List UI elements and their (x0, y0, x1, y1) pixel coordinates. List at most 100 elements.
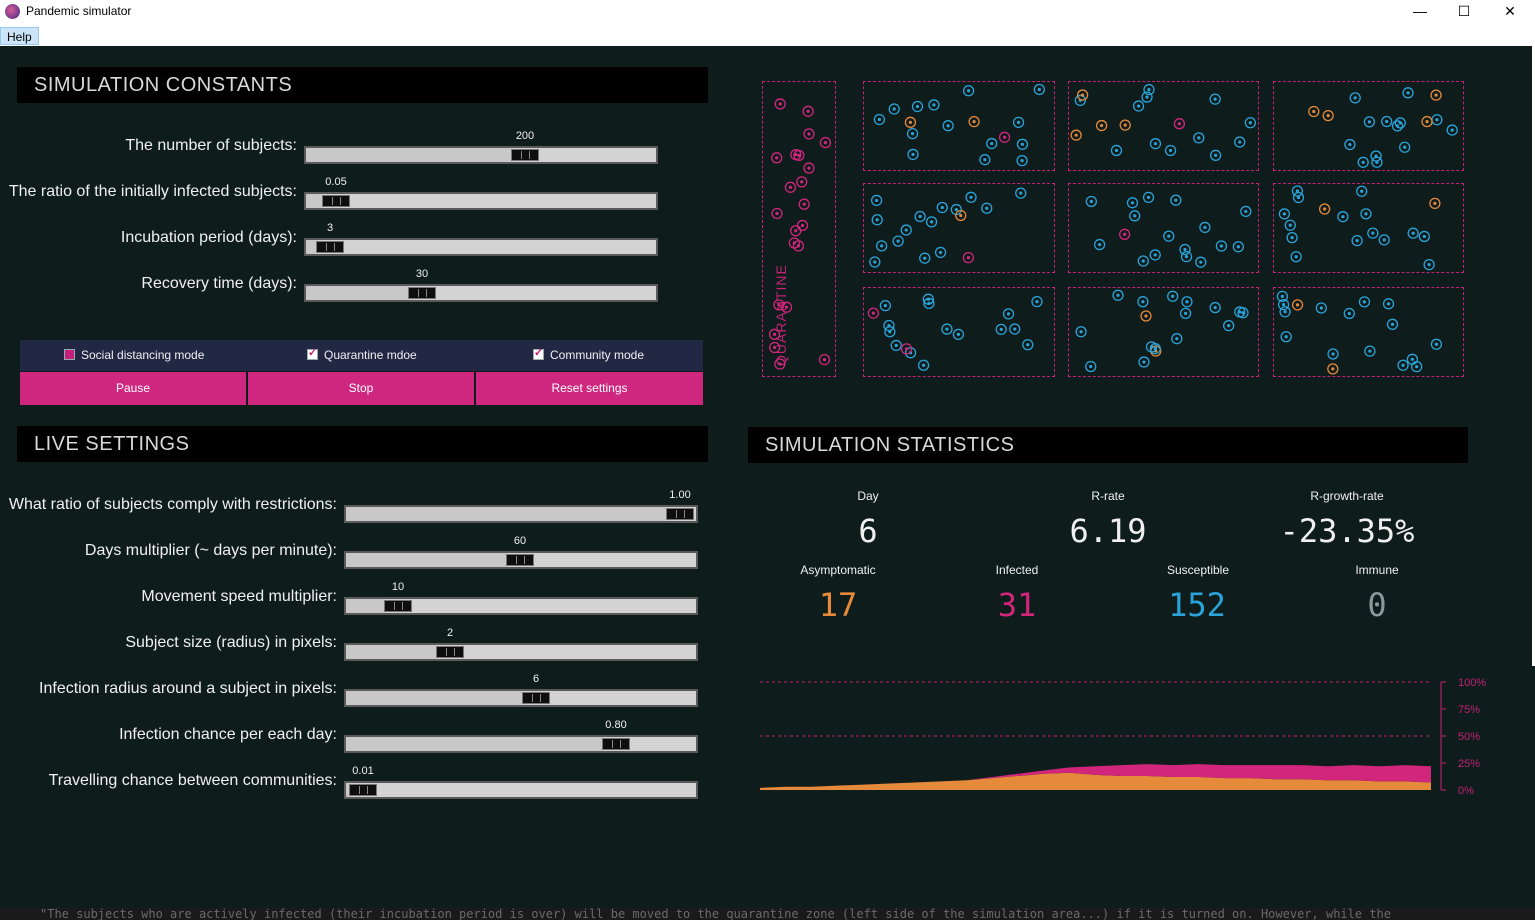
slider-value: 0.05 (325, 176, 347, 188)
slider-value: 1.00 (669, 489, 691, 501)
setting-slider[interactable] (344, 735, 698, 753)
slider-handle[interactable] (322, 195, 350, 207)
chart-y-tick-label: 100% (1458, 677, 1486, 689)
community-box (1068, 287, 1259, 377)
slider-handle[interactable] (511, 149, 539, 161)
pause-button[interactable]: Pause (20, 372, 246, 405)
chart-y-tick-label: 0% (1458, 785, 1474, 797)
slider-label: Movement speed multiplier: (141, 588, 337, 605)
slider-handle[interactable] (522, 692, 550, 704)
window-title: Pandemic simulator (26, 4, 132, 18)
menu-bar: Help (0, 24, 1535, 46)
infected-value: 31 (997, 586, 1037, 624)
slider-track-fill (346, 599, 384, 613)
quarantine-checkbox[interactable] (307, 346, 318, 360)
title-bar: Pandemic simulator — ☐ ✕ (0, 0, 1535, 24)
social-distancing-label: Social distancing mode (81, 348, 205, 362)
chart-series-area (760, 764, 1431, 788)
slider-value: 2 (446, 627, 454, 639)
slider-track-fill (346, 553, 506, 567)
slider-label: Travelling chance between communities: (48, 772, 337, 789)
stop-button[interactable]: Stop (248, 372, 474, 405)
app-icon (5, 4, 20, 19)
r-rate-label: R-rate (1091, 489, 1125, 503)
community-box (863, 287, 1055, 377)
r-growth-rate-value: -23.35% (1279, 512, 1415, 550)
chart-series-area (760, 772, 1431, 790)
slider-label: Subject size (radius) in pixels: (125, 634, 337, 651)
slider-track-fill (306, 194, 322, 208)
setting-slider[interactable] (344, 643, 698, 661)
slider-handle[interactable] (436, 646, 464, 658)
susceptible-label: Susceptible (1166, 563, 1230, 577)
statistics-header: SIMULATION STATISTICS (748, 427, 1468, 463)
slider-track-fill (346, 645, 436, 659)
setting-slider[interactable] (304, 284, 658, 302)
chart-y-tick-label: 25% (1458, 758, 1480, 770)
community-box (1273, 183, 1464, 273)
setting-slider[interactable] (304, 192, 658, 210)
slider-track-fill (346, 691, 522, 705)
community-box (1273, 81, 1464, 171)
community-label: Community mode (550, 348, 645, 362)
slider-track-fill (306, 240, 316, 254)
slider-handle[interactable] (316, 241, 344, 253)
r-rate-value: 6.19 (1069, 512, 1147, 550)
slider-track-fill (306, 148, 511, 162)
mode-bar: Social distancing mode Quarantine mdoe C… (20, 340, 703, 371)
chart-y-tick-label: 75% (1458, 704, 1480, 716)
quarantine-zone-label: QUARANTINE (773, 264, 789, 366)
close-button[interactable]: ✕ (1487, 0, 1533, 24)
constants-header: SIMULATION CONSTANTS (17, 67, 708, 103)
community-box (1068, 81, 1259, 171)
slider-handle[interactable] (506, 554, 534, 566)
immune-value: 0 (1367, 586, 1387, 624)
setting-slider[interactable] (344, 689, 698, 707)
background-editor-text: "The subjects who are actively infected … (0, 908, 1535, 920)
maximize-button[interactable]: ☐ (1441, 0, 1487, 24)
slider-label: The number of subjects: (125, 137, 297, 154)
slider-value: 3 (326, 222, 334, 234)
slider-handle[interactable] (666, 508, 694, 520)
slider-value: 200 (515, 130, 535, 142)
slider-label: Infection chance per each day: (119, 726, 337, 743)
asymptomatic-label: Asymptomatic (800, 563, 876, 577)
setting-slider[interactable] (304, 146, 658, 164)
minimize-button[interactable]: — (1397, 0, 1443, 24)
slider-label: Days multiplier (~ days per minute): (84, 542, 337, 559)
slider-value: 60 (513, 535, 527, 547)
live-settings-header: LIVE SETTINGS (17, 426, 708, 462)
slider-label: What ratio of subjects comply with restr… (8, 496, 337, 513)
slider-value: 6 (532, 673, 540, 685)
setting-slider[interactable] (344, 551, 698, 569)
community-box (1273, 287, 1464, 377)
setting-slider[interactable] (344, 781, 698, 799)
setting-slider[interactable] (344, 597, 698, 615)
community-checkbox[interactable] (533, 346, 544, 360)
chart-y-tick-label: 50% (1458, 731, 1480, 743)
immune-label: Immune (1355, 563, 1399, 577)
slider-track-fill (306, 286, 408, 300)
r-growth-rate-label: R-growth-rate (1310, 489, 1384, 503)
slider-handle[interactable] (349, 784, 377, 796)
day-value: 6 (858, 512, 878, 550)
slider-handle[interactable] (408, 287, 436, 299)
slider-value: 10 (391, 581, 405, 593)
susceptible-value: 152 (1168, 586, 1226, 624)
slider-label: Infection radius around a subject in pix… (39, 680, 337, 697)
community-box (863, 81, 1055, 171)
menu-help[interactable]: Help (0, 27, 39, 45)
community-box (1068, 183, 1259, 273)
slider-handle[interactable] (384, 600, 412, 612)
setting-slider[interactable] (304, 238, 658, 256)
slider-track-fill (346, 507, 666, 521)
community-box (863, 183, 1055, 273)
slider-handle[interactable] (602, 738, 630, 750)
setting-slider[interactable] (344, 505, 698, 523)
reset-settings-button[interactable]: Reset settings (476, 372, 703, 405)
slider-label: Recovery time (days): (141, 275, 297, 292)
slider-value: 30 (415, 268, 429, 280)
infected-label: Infected (995, 563, 1039, 577)
slider-value: 0.80 (605, 719, 627, 731)
social-distancing-checkbox[interactable] (64, 349, 75, 360)
